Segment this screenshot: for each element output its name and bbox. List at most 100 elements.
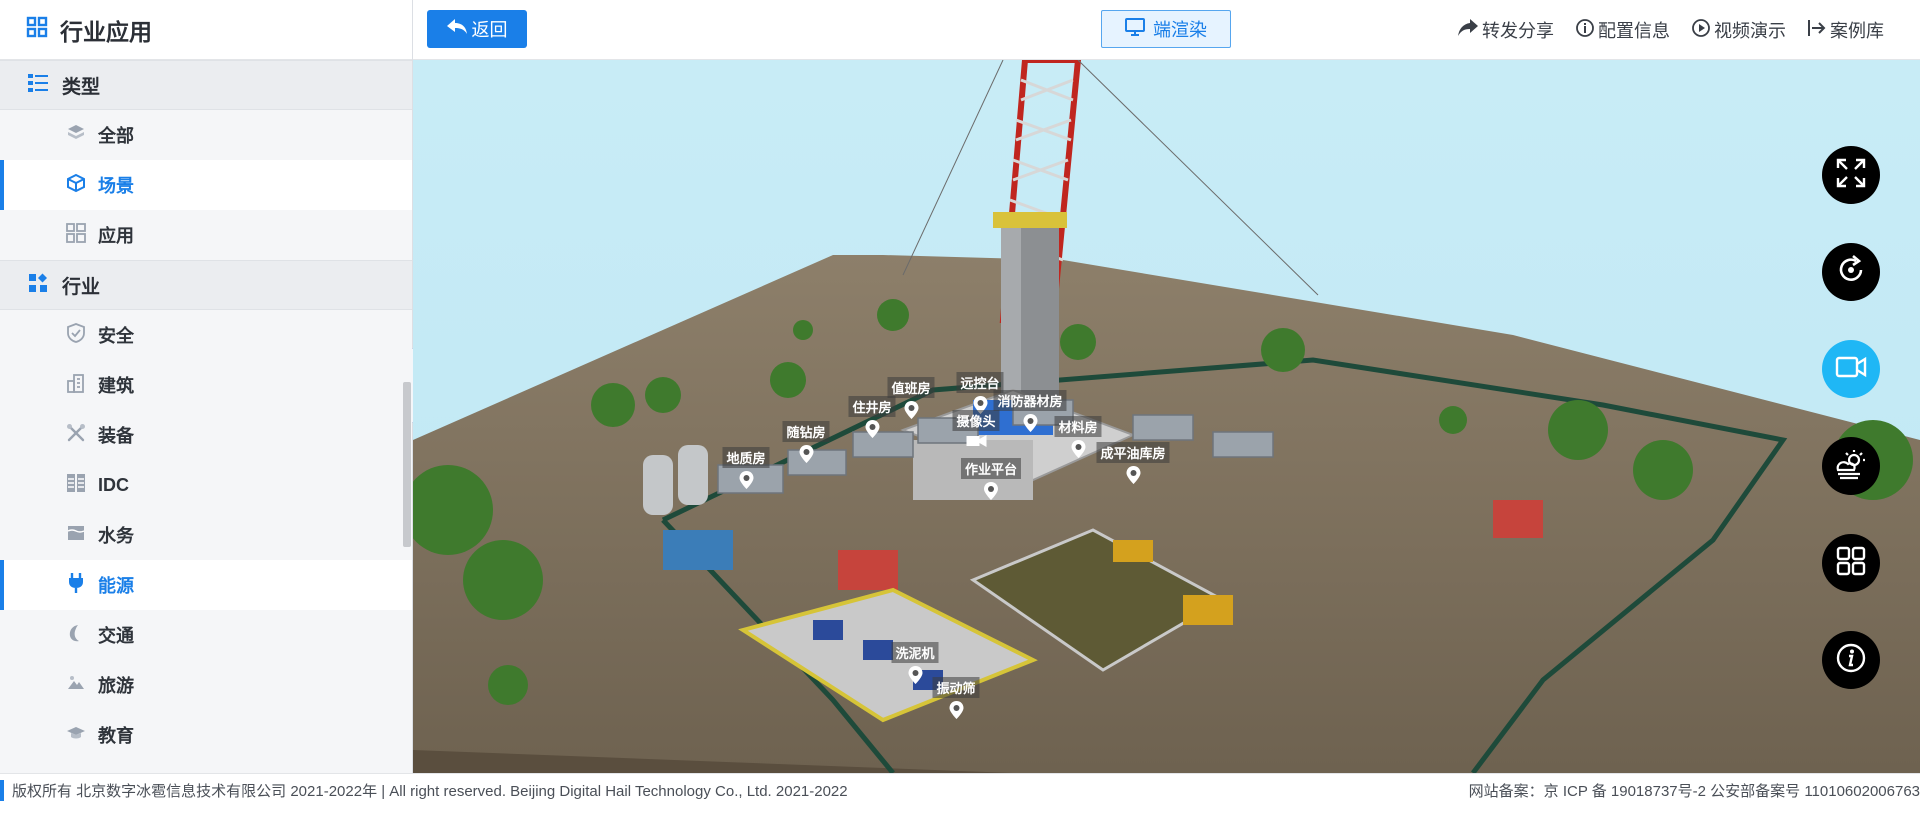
info-button[interactable] [1822,631,1880,689]
poi-label: 值班房 [887,377,935,398]
location-pin-icon [1022,414,1037,437]
poi-marker[interactable]: 振动筛 [932,677,980,724]
graduation-cap-icon [66,723,86,748]
poi-marker[interactable]: 随钻房 [782,421,830,468]
location-pin-icon [738,471,753,494]
sidebar-title: 行业应用 [60,18,152,45]
layout-grid-button[interactable] [1822,534,1880,592]
section-type[interactable]: 类型 [0,60,412,110]
info-icon [1576,18,1598,42]
sidebar-item-idc[interactable]: IDC [0,460,412,510]
video-camera-icon [1835,355,1867,384]
poi-marker[interactable]: 成平油库房 [1096,442,1170,489]
sidebar-item-security[interactable]: 安全 [0,310,412,360]
render-mode-label: 端渲染 [1153,20,1207,40]
sidebar-item-label: 全部 [98,126,134,146]
top-links: 转发分享 配置信息 视频演示 案例库 [1458,0,1884,60]
sidebar: 行业应用 类型 全部 场景 应用 行业 安全 建筑 装备 IDC 水务 能源 交… [0,0,413,773]
water-icon [66,523,86,548]
exit-icon [1808,19,1830,42]
section-label: 行业 [62,276,101,298]
poi-label: 材料房 [1054,416,1102,437]
topbar: 返回 端渲染 转发分享 配置信息 视频演示 案例库 [413,0,1920,60]
sidebar-item-label: 教育 [98,726,134,746]
poi-label: 住井房 [848,396,896,417]
apps-grid-icon [26,16,48,43]
sidebar-item-equipment[interactable]: 装备 [0,410,412,460]
moon-road-icon [66,623,86,648]
poi-marker[interactable]: 洗泥机 [891,642,939,689]
share-link-label: 转发分享 [1482,21,1554,41]
poi-marker[interactable]: 作业平台 [960,458,1022,505]
sidebar-item-label: 水务 [98,526,134,546]
config-info-link[interactable]: 配置信息 [1576,17,1670,43]
plug-icon [66,572,86,599]
fullscreen-icon [1836,158,1866,193]
building-icon [66,373,86,398]
server-icon [66,473,86,498]
info-icon [1836,643,1866,678]
back-arrow-icon [446,18,472,40]
location-pin-icon [1125,466,1140,489]
back-button[interactable]: 返回 [427,10,527,48]
sidebar-item-label: 建筑 [98,376,134,396]
rotate-button[interactable] [1822,243,1880,301]
layout-grid-icon [1836,546,1866,581]
poi-marker[interactable]: 地质房 [722,447,770,494]
sidebar-item-label: 能源 [98,576,134,596]
location-pin-icon [903,401,918,424]
rotate-icon [1836,254,1866,290]
sidebar-item-traffic[interactable]: 交通 [0,610,412,660]
render-mode-button[interactable]: 端渲染 [1101,10,1231,48]
scene-viewport[interactable]: 值班房 住井房 随钻房 地质房 远控台 摄像头 消防器材房 材料房 成平油库房 … [413,60,1920,773]
video-camera-button[interactable] [1822,340,1880,398]
config-info-label: 配置信息 [1598,21,1670,41]
tools-icon [66,423,86,448]
poi-label: 洗泥机 [891,642,939,663]
weather-icon [1834,448,1868,485]
sidebar-item-label: 场景 [98,176,134,196]
sidebar-scrollbar[interactable] [403,382,411,547]
sidebar-item-label: 装备 [98,426,134,446]
camera-icon [965,434,986,453]
sidebar-item-travel[interactable]: 旅游 [0,660,412,710]
poi-label: 地质房 [722,447,770,468]
monitor-icon [1125,17,1153,41]
poi-marker[interactable]: 摄像头 [952,410,1000,453]
poi-label: 作业平台 [960,458,1022,479]
fullscreen-button[interactable] [1822,146,1880,204]
sidebar-item-all[interactable]: 全部 [0,110,412,160]
footer-icp: 网站备案：京 ICP 备 19018737号-2 公安部备案号 11010602… [1468,783,1920,800]
video-demo-label: 视频演示 [1714,21,1786,41]
section-label: 类型 [62,76,101,98]
poi-label: 成平油库房 [1096,442,1170,463]
sidebar-item-energy[interactable]: 能源 [0,560,412,610]
location-pin-icon [798,445,813,468]
weather-button[interactable] [1822,437,1880,495]
location-pin-icon [948,701,963,724]
poi-marker[interactable]: 材料房 [1054,416,1102,463]
industry-grid-icon [28,273,48,298]
location-pin-icon [1070,440,1085,463]
sidebar-item-building[interactable]: 建筑 [0,360,412,410]
sidebar-item-scene[interactable]: 场景 [0,160,412,210]
section-industry[interactable]: 行业 [0,260,412,310]
case-library-link[interactable]: 案例库 [1808,17,1884,43]
sidebar-item-label: 应用 [98,226,134,246]
sidebar-item-label: 安全 [98,326,134,346]
sidebar-item-water[interactable]: 水务 [0,510,412,560]
sidebar-item-apps[interactable]: 应用 [0,210,412,260]
grid-apps-icon [66,222,86,248]
share-link[interactable]: 转发分享 [1458,17,1554,43]
location-pin-icon [864,420,879,443]
travel-icon [66,673,86,698]
sidebar-item-label: IDC [98,474,129,495]
footer-copyright: 版权所有 北京数字冰雹信息技术有限公司 2021-2022年 | All rig… [0,780,848,801]
poi-label: 消防器材房 [993,390,1067,411]
poi-label: 摄像头 [952,410,1000,431]
sidebar-item-education[interactable]: 教育 [0,710,412,760]
poi-label: 振动筛 [932,677,980,698]
poi-marker[interactable]: 住井房 [848,396,896,443]
back-button-label: 返回 [471,20,508,40]
video-demo-link[interactable]: 视频演示 [1692,17,1786,43]
